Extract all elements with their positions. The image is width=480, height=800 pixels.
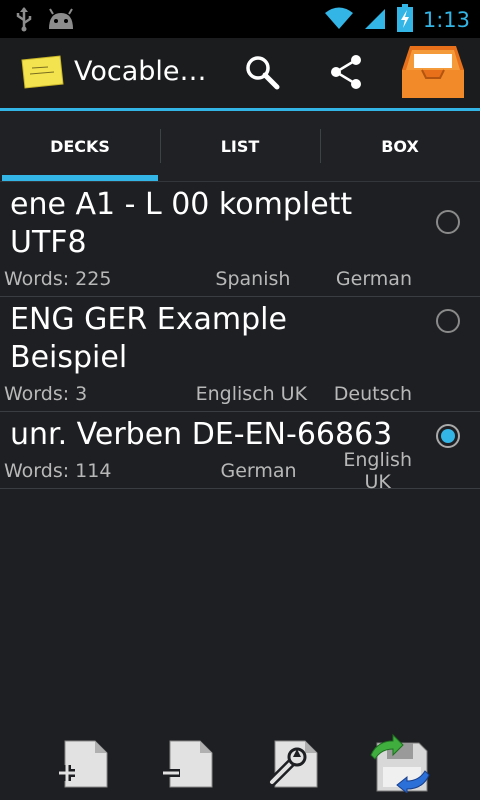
edit-deck-icon [263,735,323,795]
app-title: Vocable… [74,56,207,87]
battery-charging-icon [396,4,413,36]
target-language: Deutsch [333,383,412,405]
remove-deck-button[interactable] [156,733,220,797]
word-count: Words: 114 [4,460,112,482]
deck-title: ENG GER Example Beispiel [10,302,287,375]
bottom-toolbar [0,730,480,800]
deck-list: ene A1 - L 00 komplett UTF8 Words: 225 S… [0,182,480,493]
clock: 1:13 [422,8,470,32]
edit-deck-button[interactable] [261,733,325,797]
usb-icon [14,6,34,36]
list-item[interactable]: ENG GER Example Beispiel Words: 3 Englis… [0,297,480,412]
list-item[interactable]: ene A1 - L 00 komplett UTF8 Words: 225 S… [0,182,480,297]
deck-meta: Words: 114 German English UK [0,449,480,493]
search-icon [243,53,281,95]
word-count: Words: 3 [4,383,88,405]
tab-decks[interactable]: DECKS [0,111,160,181]
inbox-box-icon [400,42,466,104]
deck-title: ene A1 - L 00 komplett UTF8 [10,187,353,260]
tab-bar: DECKS LIST BOX [0,111,480,182]
share-button[interactable] [322,50,370,98]
word-count: Words: 225 [4,268,112,290]
save-sync-button[interactable] [366,733,430,797]
status-bar: 1:13 [0,0,480,38]
source-language: Englisch UK [195,383,308,405]
box-button[interactable] [400,44,466,102]
sticky-note-icon[interactable] [20,54,64,94]
android-debug-icon [46,7,76,35]
source-language: German [220,460,297,482]
search-button[interactable] [238,50,286,98]
share-icon [327,53,365,95]
deck-radio-selected[interactable] [436,424,460,448]
add-deck-button[interactable] [51,733,115,797]
list-item[interactable]: unr. Verben DE-EN-66863 Words: 114 Germa… [0,412,480,493]
deck-radio[interactable] [436,309,460,333]
wifi-icon [324,5,353,35]
save-sync-icon [363,733,433,797]
deck-meta: Words: 225 Spanish German [0,262,480,296]
signal-icon [363,5,387,35]
add-deck-icon [53,735,113,795]
tab-box[interactable]: BOX [320,111,480,181]
remove-deck-icon [158,735,218,795]
deck-radio[interactable] [436,210,460,234]
source-language: Spanish [215,268,291,290]
deck-title: unr. Verben DE-EN-66863 [10,417,393,452]
tab-list[interactable]: LIST [160,111,320,181]
target-language: German [335,268,412,290]
deck-meta: Words: 3 Englisch UK Deutsch [0,377,480,411]
target-language: English UK [343,449,412,493]
action-bar: Vocable… [0,38,480,111]
